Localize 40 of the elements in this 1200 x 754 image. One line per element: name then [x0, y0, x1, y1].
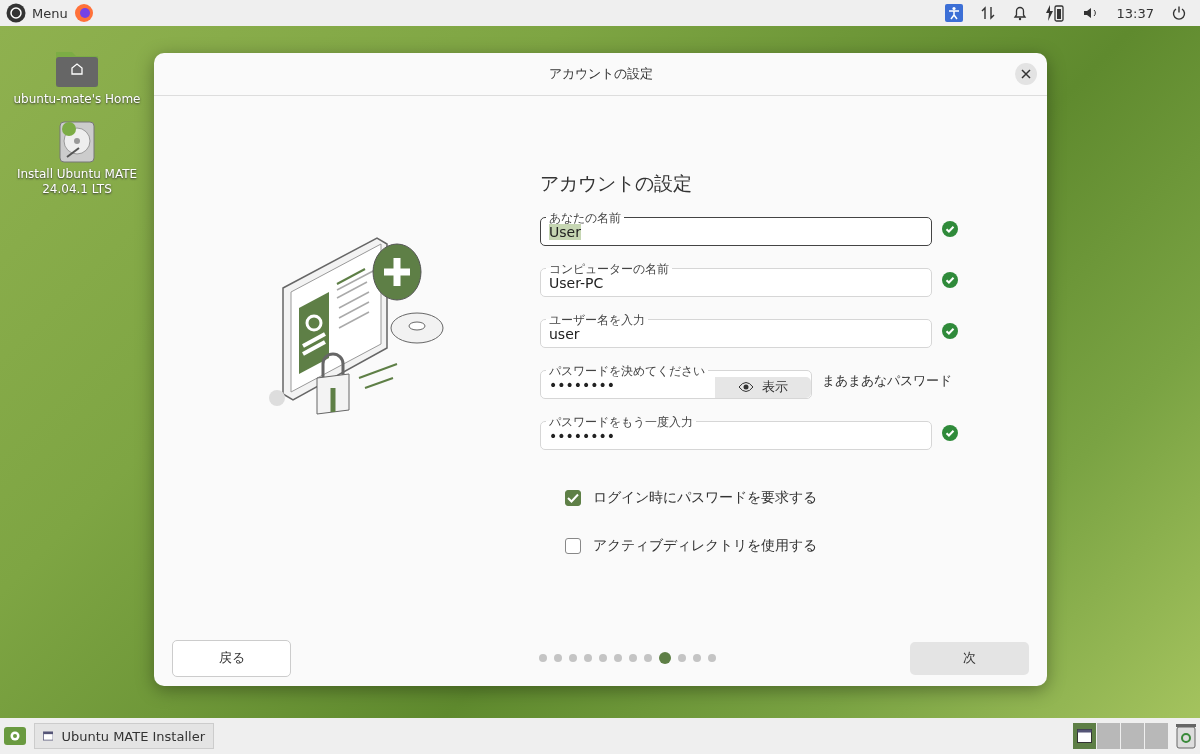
- next-button[interactable]: 次: [910, 641, 1029, 675]
- taskbar-window-button[interactable]: Ubuntu MATE Installer: [34, 723, 214, 749]
- checkbox-label[interactable]: ログイン時にパスワードを要求する: [593, 489, 817, 507]
- network-arrows-icon[interactable]: [980, 5, 995, 21]
- text-field[interactable]: あなたの名前 User: [540, 211, 932, 246]
- volume-icon[interactable]: [1082, 6, 1099, 20]
- field-label: ユーザー名を入力: [548, 313, 646, 326]
- text-field[interactable]: コンピューターの名前 User-PC: [540, 262, 932, 297]
- checkbox-label[interactable]: アクティブディレクトリを使用する: [593, 537, 817, 555]
- password-field[interactable]: パスワードを決めてください •••••••• 表示: [540, 364, 812, 399]
- trash-icon[interactable]: [1176, 723, 1196, 749]
- show-desktop-button[interactable]: [4, 727, 26, 745]
- battery-icon[interactable]: [1044, 4, 1065, 22]
- checkbox[interactable]: [565, 538, 581, 554]
- eye-icon: [738, 381, 754, 393]
- back-button[interactable]: 戻る: [172, 639, 291, 677]
- accessibility-icon[interactable]: [944, 4, 963, 22]
- dialog-title: アカウントの設定: [548, 65, 653, 83]
- text-field[interactable]: パスワードをもう一度入力 ••••••••: [540, 415, 932, 450]
- power-icon[interactable]: [1172, 6, 1186, 20]
- field-label: あなたの名前: [548, 211, 622, 224]
- form-heading: アカウントの設定: [540, 171, 693, 196]
- checkbox[interactable]: [565, 490, 581, 506]
- menu-label[interactable]: Menu: [32, 5, 68, 21]
- password-strength: まあまあなパスワード: [822, 373, 952, 390]
- close-button[interactable]: [1015, 63, 1037, 85]
- close-icon: [1021, 69, 1031, 79]
- window-icon: [1077, 729, 1092, 743]
- field-label: パスワードを決めてください: [548, 364, 706, 377]
- workspace-button[interactable]: [1073, 723, 1096, 749]
- show-password-button[interactable]: 表示: [715, 376, 811, 398]
- field-label: パスワードをもう一度入力: [548, 415, 694, 428]
- field-label: コンピューターの名前: [548, 262, 670, 275]
- menu-logo-icon[interactable]: [6, 3, 26, 23]
- bell-icon[interactable]: [1012, 5, 1027, 21]
- desktop-icon: [10, 731, 20, 741]
- browser-icon[interactable]: [73, 3, 94, 23]
- window-icon: [43, 730, 54, 742]
- clock[interactable]: 13:37: [1116, 5, 1154, 21]
- text-field[interactable]: ユーザー名を入力 user: [540, 313, 932, 348]
